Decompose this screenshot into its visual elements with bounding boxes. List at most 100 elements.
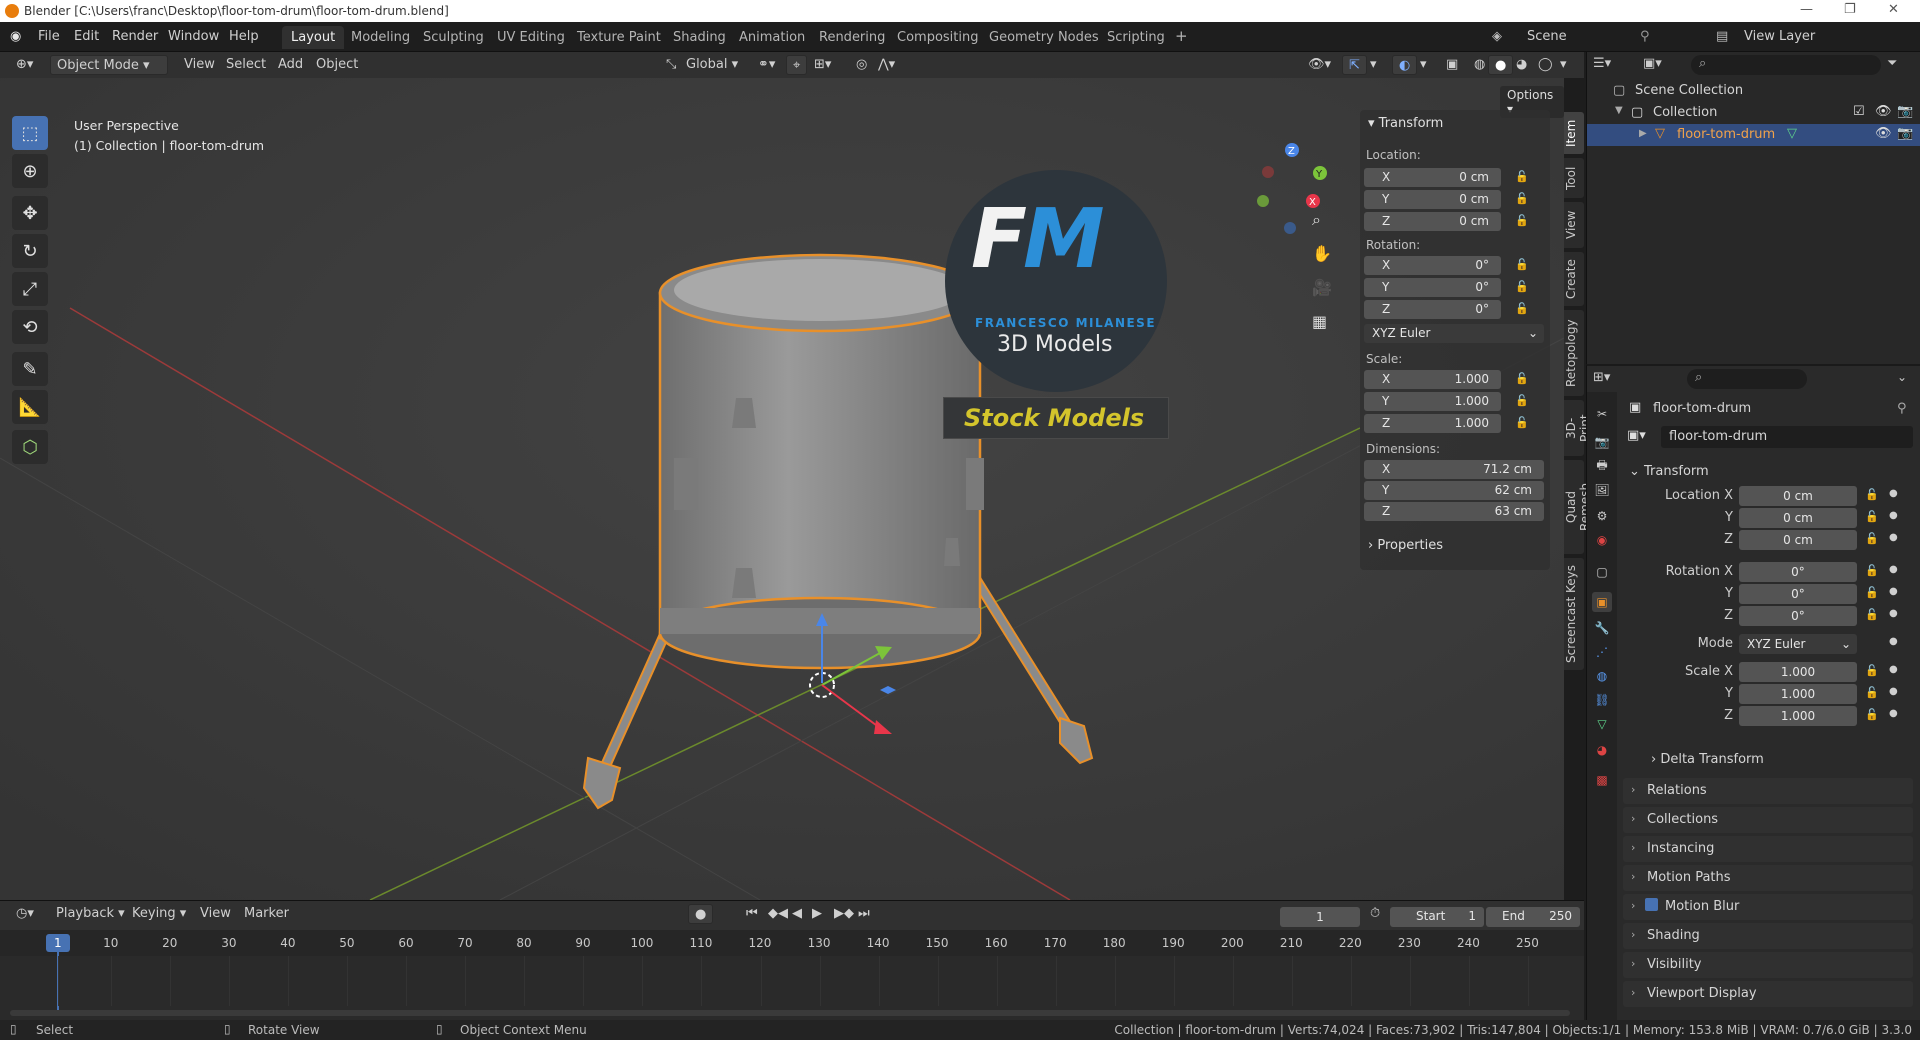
menu-timeline-view[interactable]: View <box>194 904 237 924</box>
particles-tab-icon[interactable]: ⋰ <box>1592 642 1612 662</box>
section-motion-paths[interactable]: › Motion Paths <box>1623 865 1913 891</box>
select-box-tool[interactable]: ⬚ <box>12 116 48 150</box>
chevron-down-icon[interactable]: ⌄ <box>1897 370 1907 384</box>
location-y-field[interactable]: Y 0 cm <box>1364 190 1501 209</box>
prop-scale-x[interactable]: 1.000 <box>1739 662 1857 682</box>
xray-icon[interactable]: ▣ <box>1440 55 1464 75</box>
camera-render-icon[interactable]: 📷 <box>1897 104 1913 119</box>
sidetab-quad-remesh[interactable]: Quad Remesh <box>1564 460 1592 554</box>
tab-compositing[interactable]: Compositing <box>888 26 988 49</box>
keyframe-dot-icon[interactable]: ● <box>1889 564 1898 575</box>
lock-icon[interactable]: 🔓 <box>1515 416 1529 429</box>
sidetab-view[interactable]: View <box>1564 202 1584 248</box>
cursor-tool[interactable]: ⊕ <box>12 154 48 188</box>
eye-icon[interactable]: 👁 <box>1875 104 1892 119</box>
lock-icon[interactable]: 🔓 <box>1865 510 1879 523</box>
timeline-scrollbar[interactable] <box>10 1010 1570 1016</box>
scale-tool[interactable]: ⤢ <box>12 272 48 306</box>
tab-geometry-nodes[interactable]: Geometry Nodes <box>980 26 1108 49</box>
scene-tab-icon[interactable]: ⚙ <box>1592 506 1612 526</box>
blender-menu-icon[interactable]: ◉ <box>10 29 21 44</box>
chevron-down-icon[interactable]: ▼ <box>1615 105 1623 116</box>
location-x-field[interactable]: X 0 cm <box>1364 168 1501 187</box>
delta-transform-section[interactable]: › Delta Transform <box>1651 752 1764 767</box>
chevron-right-icon[interactable]: ▶ <box>1639 128 1647 139</box>
dimensions-y-field[interactable]: Y 62 cm <box>1364 481 1544 500</box>
tab-animation[interactable]: Animation <box>730 26 814 49</box>
tab-texture-paint[interactable]: Texture Paint <box>568 26 670 49</box>
lock-icon[interactable]: 🔓 <box>1515 214 1529 227</box>
sidetab-create[interactable]: Create <box>1564 252 1584 306</box>
material-tab-icon[interactable]: ◕ <box>1592 740 1612 760</box>
close-icon[interactable]: ✕ <box>1888 2 1899 17</box>
data-tab-icon[interactable]: ▽ <box>1592 714 1612 734</box>
menu-add[interactable]: Add <box>272 55 309 75</box>
scene-icon[interactable]: ◈ <box>1492 29 1502 44</box>
menu-select[interactable]: Select <box>220 55 272 75</box>
editor-type-icon[interactable]: ⊕▾ <box>10 55 39 75</box>
camera-render-icon[interactable]: 📷 <box>1897 126 1913 141</box>
transform-tool[interactable]: ⟲ <box>12 310 48 344</box>
zoom-icon[interactable]: ⌕ <box>1312 210 1321 230</box>
rotation-mode-select[interactable]: XYZ Euler ⌄ <box>1364 324 1544 343</box>
menu-window[interactable]: Window <box>168 29 219 44</box>
scale-y-field[interactable]: Y 1.000 <box>1364 392 1501 411</box>
tab-modeling[interactable]: Modeling <box>342 26 419 49</box>
overlay-dropdown-icon[interactable]: ▾ <box>1414 55 1433 75</box>
lock-icon[interactable]: 🔓 <box>1865 488 1879 501</box>
npanel-transform-header[interactable]: ▾ Transform <box>1368 116 1443 131</box>
rotate-tool[interactable]: ↻ <box>12 234 48 268</box>
dimensions-z-field[interactable]: Z 63 cm <box>1364 502 1544 521</box>
prop-location-x[interactable]: 0 cm <box>1739 486 1857 506</box>
falloff-icon[interactable]: ⋀▾ <box>872 55 901 75</box>
maximize-icon[interactable]: ❐ <box>1844 2 1856 17</box>
proportional-edit-icon[interactable]: ◎ <box>850 55 873 75</box>
menu-file[interactable]: File <box>38 29 60 44</box>
tab-shading[interactable]: Shading <box>664 26 735 49</box>
section-collections[interactable]: › Collections <box>1623 807 1913 833</box>
rotation-mode-select[interactable]: XYZ Euler ⌄ <box>1739 634 1857 654</box>
start-frame-field[interactable]: Start 1 <box>1390 907 1484 927</box>
lock-icon[interactable]: 🔓 <box>1865 586 1879 599</box>
prop-location-z[interactable]: 0 cm <box>1739 530 1857 550</box>
add-workspace-icon[interactable]: + <box>1166 26 1197 49</box>
properties-search-input[interactable]: ⌕ <box>1687 369 1807 389</box>
timeline-editor-icon[interactable]: ◷▾ <box>10 904 40 924</box>
object-name-input[interactable]: floor-tom-drum <box>1661 426 1913 448</box>
lock-icon[interactable]: 🔓 <box>1515 280 1529 293</box>
outliner-editor-icon[interactable]: ☰▾ <box>1593 56 1611 71</box>
camera-icon[interactable]: 🎥 <box>1312 278 1332 297</box>
section-viewport-display[interactable]: › Viewport Display <box>1623 981 1913 1007</box>
display-mode-icon[interactable]: ▣▾ <box>1643 56 1662 71</box>
mode-selector[interactable]: Object Mode ▾ <box>50 55 168 75</box>
modifier-tab-icon[interactable]: 🔧 <box>1592 618 1612 638</box>
transform-section-header[interactable]: ⌄ Transform <box>1629 464 1709 479</box>
sidetab-3d-print[interactable]: 3D-Print <box>1564 400 1592 456</box>
tab-sculpting[interactable]: Sculpting <box>414 26 493 49</box>
record-icon[interactable]: ● <box>688 904 714 924</box>
keyframe-dot-icon[interactable]: ● <box>1889 708 1898 719</box>
render-tab-icon[interactable]: 📷 <box>1592 432 1612 452</box>
outliner-object-row[interactable]: ▶ ▽ floor-tom-drum ▽ 👁 📷 <box>1587 124 1920 146</box>
lock-icon[interactable]: 🔓 <box>1865 664 1879 677</box>
keyframe-dot-icon[interactable]: ● <box>1889 608 1898 619</box>
outliner-scene-collection[interactable]: ▢ Scene Collection <box>1587 80 1920 102</box>
prop-location-y[interactable]: 0 cm <box>1739 508 1857 528</box>
dimensions-x-field[interactable]: X 71.2 cm <box>1364 460 1544 479</box>
sidetab-tool[interactable]: Tool <box>1564 158 1584 198</box>
shading-dropdown-icon[interactable]: ▾ <box>1554 55 1573 75</box>
tab-scripting[interactable]: Scripting <box>1098 26 1174 49</box>
rotation-y-field[interactable]: Y 0° <box>1364 278 1501 297</box>
sidetab-item[interactable]: Item <box>1564 112 1584 154</box>
lock-icon[interactable]: 🔓 <box>1515 170 1529 183</box>
lock-icon[interactable]: 🔓 <box>1515 302 1529 315</box>
play-reverse-icon[interactable]: ◀ <box>786 904 808 924</box>
keyframe-dot-icon[interactable]: ● <box>1889 488 1898 499</box>
menu-view[interactable]: View <box>178 55 221 75</box>
lock-icon[interactable]: 🔓 <box>1515 258 1529 271</box>
pivot-icon[interactable]: ⚭▾ <box>752 55 781 75</box>
menu-keying[interactable]: Keying ▾ <box>126 904 192 924</box>
rotation-x-field[interactable]: X 0° <box>1364 256 1501 275</box>
nav-neg-y[interactable] <box>1257 195 1269 207</box>
outliner-search-input[interactable]: ⌕ <box>1691 55 1881 75</box>
